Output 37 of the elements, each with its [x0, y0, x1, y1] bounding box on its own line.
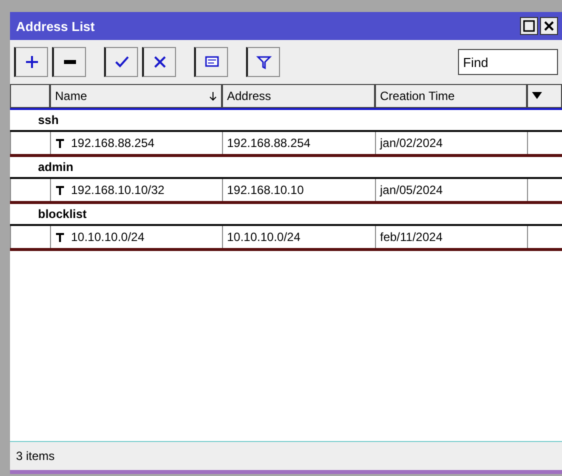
table-cell: feb/11/2024 — [375, 226, 527, 248]
plus-icon — [24, 54, 40, 70]
table-cell: 192.168.88.254 — [222, 132, 375, 154]
table-cell: jan/05/2024 — [375, 179, 527, 201]
note-icon — [204, 54, 220, 70]
group-header[interactable]: blocklist — [10, 204, 562, 226]
funnel-icon — [256, 54, 272, 70]
sort-arrow-icon — [209, 91, 217, 101]
close-button[interactable] — [540, 17, 558, 35]
header-cell — [10, 84, 50, 108]
window-title: Address List — [16, 18, 95, 34]
remove-button[interactable] — [52, 47, 86, 77]
column-header[interactable]: Name — [50, 84, 222, 108]
cross-icon — [152, 54, 168, 70]
check-icon — [114, 54, 130, 70]
filter-button[interactable] — [246, 47, 280, 77]
square-icon — [523, 20, 535, 32]
maximize-button[interactable] — [520, 17, 538, 35]
table-cell: 192.168.10.10 — [222, 179, 375, 201]
column-menu-button[interactable] — [527, 84, 562, 108]
group-header[interactable]: admin — [10, 157, 562, 179]
find-field[interactable]: Find — [458, 49, 558, 75]
caret-icon — [532, 92, 542, 100]
group-header[interactable]: ssh — [10, 110, 562, 132]
disable-button[interactable] — [142, 47, 176, 77]
comment-button[interactable] — [194, 47, 228, 77]
table-cell: 10.10.10.0/24 — [222, 226, 375, 248]
status-text: 3 items — [16, 449, 55, 463]
close-icon — [543, 20, 555, 32]
add-button[interactable] — [14, 47, 48, 77]
table-cell: 10.10.10.0/24 — [50, 226, 222, 248]
enable-button[interactable] — [104, 47, 138, 77]
table-cell: 192.168.10.10/32 — [50, 179, 222, 201]
table-cell: 192.168.88.254 — [50, 132, 222, 154]
column-header[interactable]: Creation Time — [375, 84, 527, 108]
table-cell: jan/02/2024 — [375, 132, 527, 154]
column-header[interactable]: Address — [222, 84, 375, 108]
